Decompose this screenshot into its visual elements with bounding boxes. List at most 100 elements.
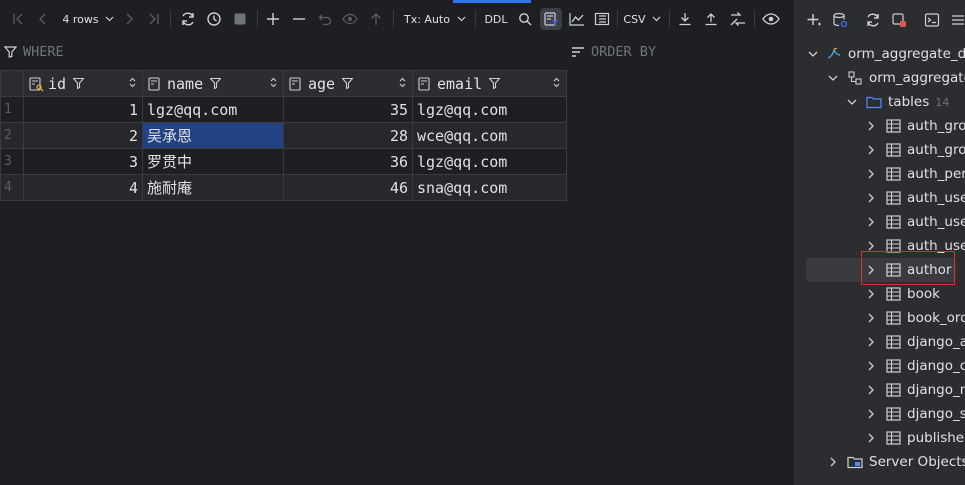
chevron-right-icon[interactable] [865, 241, 877, 251]
chevron-right-icon[interactable] [827, 457, 839, 467]
disconnect-icon[interactable] [889, 10, 909, 30]
chevron-down-icon[interactable] [808, 51, 818, 57]
download-icon[interactable] [675, 9, 695, 29]
cell-age[interactable]: 28 [283, 122, 413, 149]
cell-email[interactable]: wce@qq.com [412, 122, 567, 149]
history-clock-icon[interactable] [204, 9, 224, 29]
cell-age[interactable]: 36 [283, 148, 413, 175]
cell-name[interactable]: 施耐庵 [142, 174, 284, 201]
cell-age[interactable]: 46 [283, 174, 413, 201]
column-filter-icon[interactable] [210, 78, 222, 89]
tree-node-table[interactable]: django_m [794, 378, 965, 402]
next-page-icon[interactable] [121, 9, 137, 29]
orderby-filter[interactable]: ORDER BY [571, 44, 656, 60]
row-number-header[interactable] [0, 70, 24, 97]
chevron-right-icon[interactable] [865, 337, 877, 347]
chevron-right-icon[interactable] [865, 361, 877, 371]
chevron-right-icon[interactable] [865, 433, 877, 443]
last-page-icon[interactable] [146, 9, 162, 29]
row-number[interactable]: 3 [0, 148, 24, 175]
filter-view-toggle-icon[interactable] [540, 8, 562, 30]
revert-icon[interactable] [315, 9, 335, 29]
row-number[interactable]: 2 [0, 122, 24, 149]
sort-arrows-icon[interactable] [129, 77, 136, 88]
chevron-right-icon[interactable] [865, 169, 877, 179]
cell-email[interactable]: lgz@qq.com [412, 148, 567, 175]
row-number[interactable]: 4 [0, 174, 24, 201]
new-datasource-icon[interactable] [804, 10, 824, 30]
tree-node-server-objects[interactable]: Server Objects [794, 450, 965, 474]
tree-node-table[interactable]: book_orde [794, 306, 965, 330]
table-row[interactable]: 1 1 lgz@qq.com 35 lgz@qq.com [0, 96, 567, 123]
more-options-icon[interactable] [948, 10, 965, 30]
cell-age[interactable]: 35 [283, 96, 413, 123]
table-row[interactable]: 3 3 罗贯中 36 lgz@qq.com [0, 148, 567, 175]
tree-node-table[interactable]: django_se [794, 402, 965, 426]
chevron-right-icon[interactable] [865, 145, 877, 155]
export-format-dropdown[interactable]: CSV [622, 9, 662, 29]
cell-id[interactable]: 4 [23, 174, 143, 201]
refresh-icon[interactable] [863, 10, 883, 30]
compare-icon[interactable] [727, 9, 749, 29]
cell-email[interactable]: lgz@qq.com [412, 96, 567, 123]
preview-changes-icon[interactable] [340, 9, 360, 29]
table-row[interactable]: 2 2 吴承恩 28 wce@qq.com [0, 122, 567, 149]
cell-id[interactable]: 1 [23, 96, 143, 123]
stop-icon[interactable] [230, 9, 250, 29]
transpose-view-icon[interactable] [592, 9, 612, 29]
column-filter-icon[interactable] [489, 78, 501, 89]
column-header-email[interactable]: email [412, 70, 567, 97]
chevron-down-icon[interactable] [827, 75, 839, 81]
cell-name[interactable]: lgz@qq.com [142, 96, 284, 123]
tree-node-table[interactable]: auth_perm [794, 162, 965, 186]
search-icon[interactable] [515, 9, 535, 29]
chevron-right-icon[interactable] [865, 289, 877, 299]
sort-arrows-icon[interactable] [270, 77, 277, 88]
add-row-icon[interactable] [263, 9, 283, 29]
column-filter-icon[interactable] [73, 78, 85, 89]
chevron-right-icon[interactable] [865, 409, 877, 419]
column-filter-icon[interactable] [342, 78, 354, 89]
cell-name-selected[interactable]: 吴承恩 [142, 122, 284, 149]
tree-node-datasource[interactable]: orm_aggregate_dem [794, 42, 965, 66]
tree-node-schema[interactable]: orm_aggregate_ [794, 66, 965, 90]
cell-id[interactable]: 3 [23, 148, 143, 175]
chevron-right-icon[interactable] [865, 193, 877, 203]
chevron-right-icon[interactable] [865, 121, 877, 131]
submit-up-arrow-icon[interactable] [366, 9, 386, 29]
column-header-age[interactable]: age [283, 70, 413, 97]
previous-page-icon[interactable] [35, 9, 51, 29]
column-header-id[interactable]: id [23, 70, 143, 97]
query-console-icon[interactable] [922, 10, 942, 30]
sort-arrows-icon[interactable] [399, 77, 406, 88]
datasource-properties-icon[interactable] [830, 10, 850, 30]
sort-arrows-icon[interactable] [553, 77, 560, 88]
tree-node-table[interactable]: auth_user [794, 186, 965, 210]
tree-node-table[interactable]: book [794, 282, 965, 306]
page-size-dropdown[interactable]: 4 rows [60, 9, 116, 29]
chevron-down-icon[interactable] [846, 99, 858, 105]
tree-node-table[interactable]: auth_grou [794, 114, 965, 138]
tree-node-table[interactable]: auth_grou [794, 138, 965, 162]
refresh-icon[interactable] [178, 9, 198, 29]
column-header-name[interactable]: name [142, 70, 284, 97]
table-row[interactable]: 4 4 施耐庵 46 sna@qq.com [0, 174, 567, 201]
cell-name[interactable]: 罗贯中 [142, 148, 284, 175]
ddl-button[interactable]: DDL [481, 9, 511, 29]
tree-node-table[interactable]: django_ad [794, 330, 965, 354]
chevron-right-icon[interactable] [865, 313, 877, 323]
tree-node-table[interactable]: publisher [794, 426, 965, 450]
view-eye-icon[interactable] [760, 9, 782, 29]
tree-node-table[interactable]: django_co [794, 354, 965, 378]
upload-icon[interactable] [701, 9, 721, 29]
tree-node-tables-folder[interactable]: tables 14 [794, 90, 965, 114]
first-page-icon[interactable] [10, 9, 26, 29]
chevron-right-icon[interactable] [865, 217, 877, 227]
cell-email[interactable]: sna@qq.com [412, 174, 567, 201]
chevron-right-icon[interactable] [865, 385, 877, 395]
where-filter[interactable]: WHERE [4, 44, 64, 60]
cell-id[interactable]: 2 [23, 122, 143, 149]
transaction-mode-dropdown[interactable]: Tx: Auto [403, 9, 467, 29]
chart-view-icon[interactable] [567, 9, 587, 29]
row-number[interactable]: 1 [0, 96, 24, 123]
